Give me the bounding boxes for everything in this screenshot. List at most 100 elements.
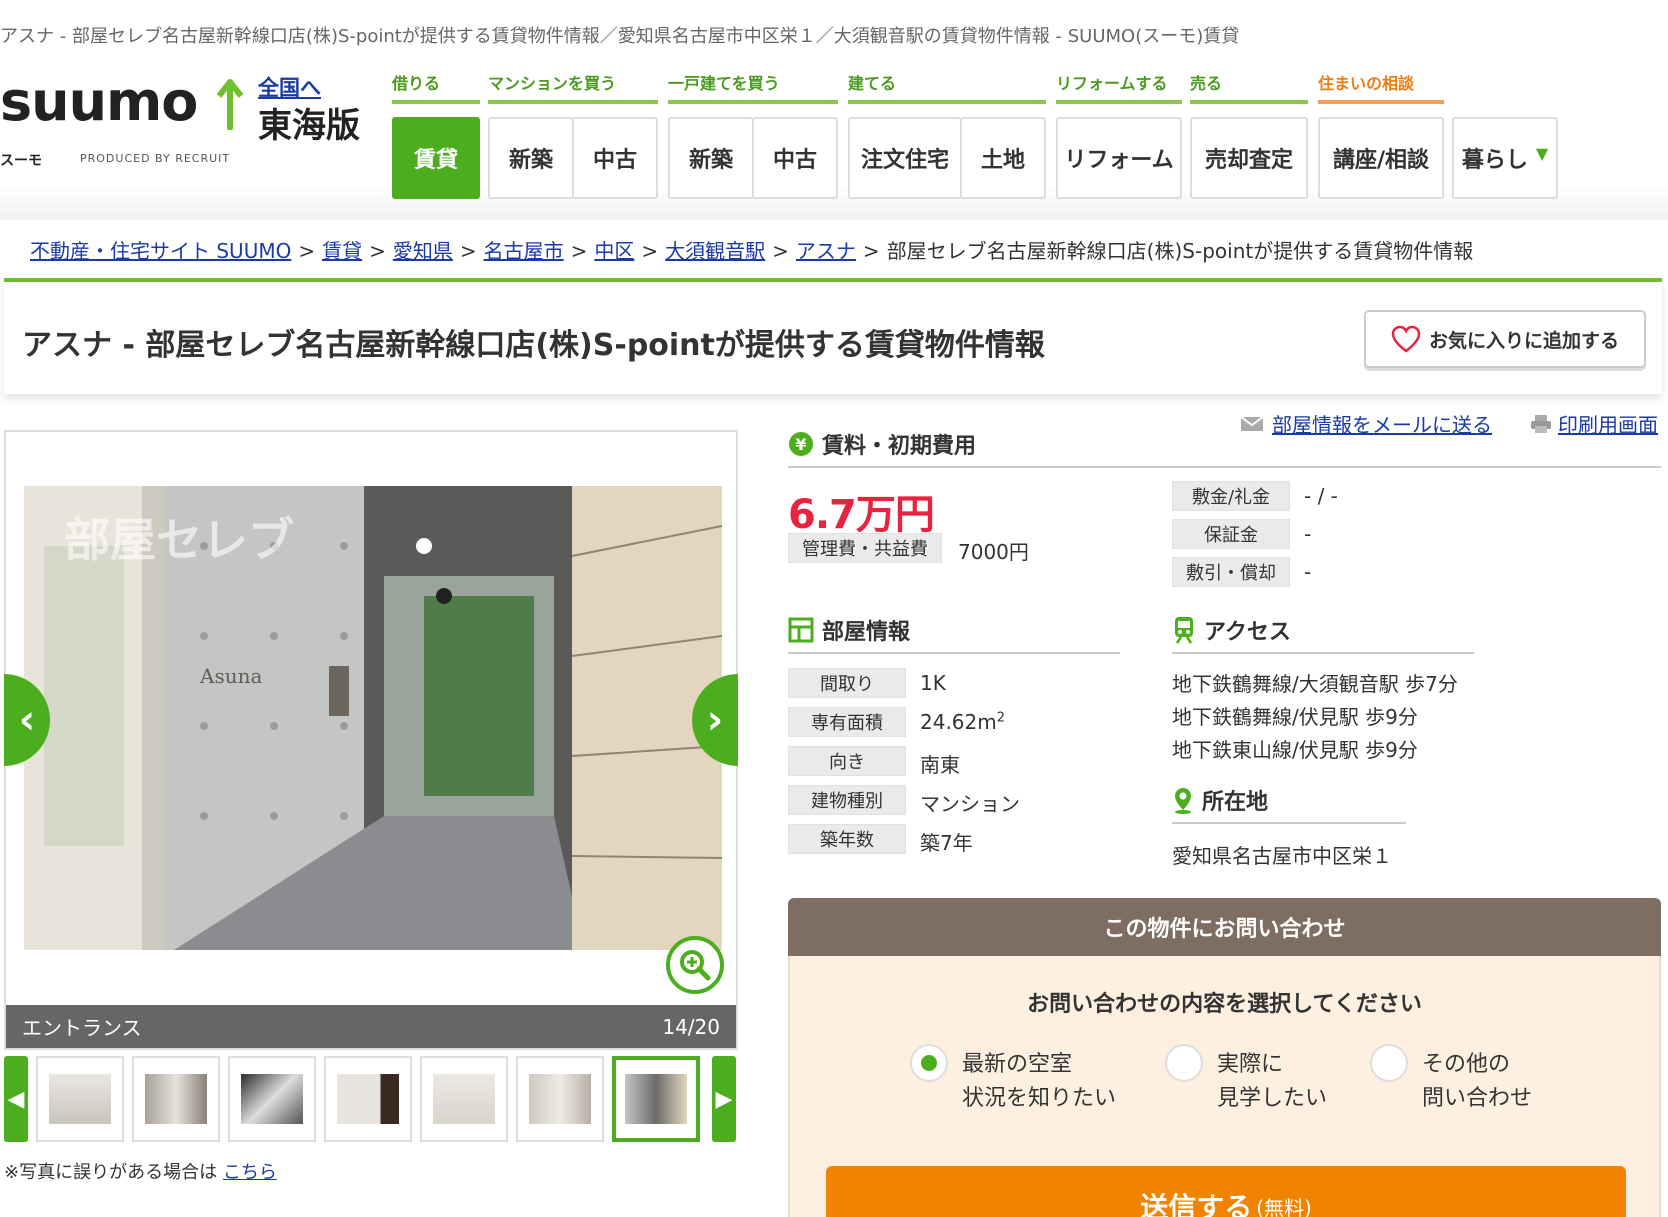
add-favorite-button[interactable]: お気に入りに追加する — [1364, 310, 1646, 368]
thumbnail[interactable] — [132, 1056, 220, 1142]
main-photo[interactable]: Asuna 部屋セレブ — [24, 486, 722, 950]
inquiry-option-vacancy[interactable]: 最新の空室 状況を知りたい — [910, 1044, 1116, 1116]
access-heading-label: アクセス — [1204, 620, 1291, 645]
thumbnail-image — [49, 1074, 111, 1124]
thumbnail-image — [529, 1074, 591, 1124]
radio-selected[interactable] — [910, 1044, 948, 1082]
category-rent[interactable]: 借りる — [392, 70, 480, 104]
tab-reform[interactable]: リフォーム — [1056, 117, 1182, 199]
area-label: 専有面積 — [788, 707, 906, 737]
access-heading: アクセス — [1172, 614, 1474, 654]
page-title: アスナ - 部屋セレブ名古屋新幹線口店(株)S-pointが提供する賃貸物件情報 — [22, 328, 1045, 363]
radio-unselected[interactable] — [1370, 1044, 1408, 1082]
zoom-in-icon — [680, 950, 711, 981]
tab-house-used[interactable]: 中古 — [752, 117, 838, 199]
thumbnail-image — [337, 1074, 399, 1124]
chevron-left-icon: ‹ — [18, 697, 36, 743]
breadcrumb-separator: > — [369, 239, 386, 263]
direction-value: 南東 — [920, 753, 960, 777]
thumbnail-strip: ◀ ▶ — [4, 1056, 738, 1144]
room-info-heading: 部屋情報 — [788, 614, 1120, 654]
submit-label: 送信する — [1140, 1191, 1253, 1217]
category-build[interactable]: 建てる — [848, 70, 1046, 104]
breadcrumb-prefecture[interactable]: 愛知県 — [393, 239, 453, 263]
category-consult[interactable]: 住まいの相談 — [1318, 70, 1444, 104]
costs-heading: ¥ 賃料・初期費用 — [788, 428, 1661, 468]
breadcrumb-suumo[interactable]: 不動産・住宅サイト SUUMO — [30, 239, 291, 263]
breadcrumb: 不動産・住宅サイト SUUMO > 賃貸 > 愛知県 > 名古屋市 > 中区 > 大須観音駅 > アスナ… — [30, 235, 1473, 264]
tab-mansion-used[interactable]: 中古 — [572, 117, 658, 199]
building-age-label: 築年数 — [788, 824, 906, 854]
direction-label: 向き — [788, 746, 906, 776]
thumbnail[interactable] — [324, 1056, 412, 1142]
photo-building-sign: Asuna — [200, 664, 263, 688]
thumbnail-selected[interactable] — [612, 1056, 700, 1142]
breadcrumb-separator: > — [298, 239, 316, 263]
radio-unselected[interactable] — [1165, 1044, 1203, 1082]
tab-seminar[interactable]: 講座/相談 — [1318, 117, 1444, 199]
breadcrumb-station[interactable]: 大須観音駅 — [665, 239, 765, 263]
zoom-photo-button[interactable] — [666, 936, 724, 994]
photo-caption-bar: エントランス 14/20 — [6, 1005, 736, 1048]
logo-arrow-icon — [216, 79, 244, 130]
svg-text:¥: ¥ — [795, 435, 806, 454]
train-icon — [1175, 617, 1193, 644]
tab-house-new[interactable]: 新築 — [668, 117, 754, 199]
inquiry-option-label: 実際に 見学したい — [1217, 1052, 1328, 1111]
layout-label: 間取り — [788, 668, 906, 698]
tab-living[interactable]: 暮らし ▼ — [1452, 117, 1558, 199]
breadcrumb-separator: > — [570, 239, 588, 263]
add-favorite-label: お気に入りに追加する — [1428, 329, 1619, 352]
dropdown-triangle-icon: ▼ — [1535, 143, 1549, 163]
edition-label: 東海版 — [258, 106, 360, 146]
breadcrumb-building[interactable]: アスナ — [796, 239, 856, 263]
layout-value: 1K — [920, 671, 946, 695]
submit-inquiry-button[interactable]: 送信する (無料) — [826, 1166, 1626, 1217]
guarantee-value: - — [1304, 522, 1312, 546]
deposit-key-value: - / - — [1304, 484, 1338, 508]
chevron-right-icon: › — [706, 697, 724, 743]
area-value: 24.62m — [920, 710, 997, 734]
thumbnail[interactable] — [36, 1056, 124, 1142]
thumbnail[interactable] — [420, 1056, 508, 1142]
breadcrumb-city[interactable]: 名古屋市 — [484, 239, 564, 263]
tab-sale-assessment[interactable]: 売却査定 — [1190, 117, 1308, 199]
inquiry-option-visit[interactable]: 実際に 見学したい — [1165, 1044, 1328, 1116]
suumo-logo[interactable]: suumo スーモ PRODUCED BY RECRUIT — [0, 72, 245, 169]
tab-living-label: 暮らし — [1461, 148, 1528, 173]
breadcrumb-ward[interactable]: 中区 — [594, 239, 634, 263]
mgmt-fee-label: 管理費・共益費 — [788, 533, 942, 563]
deduction-value: - — [1304, 560, 1312, 584]
page-document-title: アスナ - 部屋セレブ名古屋新幹線口店(株)S-pointが提供する賃貸物件情報… — [0, 26, 1240, 47]
inquiry-heading: この物件にお問い合わせ — [788, 898, 1661, 956]
thumbnail-image — [145, 1074, 207, 1124]
breadcrumb-current: 部屋セレブ名古屋新幹線口店(株)S-pointが提供する賃貸物件情報 — [886, 239, 1474, 263]
inquiry-prompt: お問い合わせの内容を選択してください — [1027, 992, 1422, 1017]
radio-dot — [921, 1055, 937, 1071]
inquiry-option-other[interactable]: その他の 問い合わせ — [1370, 1044, 1533, 1116]
thumbnail-prev-button[interactable]: ◀ — [4, 1056, 28, 1142]
inquiry-option-label: その他の 問い合わせ — [1422, 1052, 1533, 1111]
tab-custom-home[interactable]: 注文住宅 — [848, 117, 962, 199]
category-sell[interactable]: 売る — [1190, 70, 1308, 104]
deduction-label: 敷引・償却 — [1172, 557, 1290, 587]
costs-heading-label: 賃料・初期費用 — [822, 434, 977, 459]
tab-rent[interactable]: 賃貸 — [392, 117, 480, 199]
thumbnail[interactable] — [516, 1056, 604, 1142]
inquiry-panel: この物件にお問い合わせ お問い合わせの内容を選択してください 最新の空室 状況を… — [788, 898, 1661, 1217]
photo-error-link[interactable]: こちら — [223, 1162, 277, 1183]
building-type-value: マンション — [920, 792, 1020, 816]
category-buy-mansion[interactable]: マンションを買う — [488, 70, 658, 104]
photo-error-text: ※写真に誤りがある場合は — [4, 1162, 218, 1183]
thumbnail-next-button[interactable]: ▶ — [712, 1056, 736, 1142]
breadcrumb-rent[interactable]: 賃貸 — [322, 239, 362, 263]
thumbnail-image — [625, 1074, 687, 1124]
thumbnail-image — [241, 1074, 303, 1124]
tab-mansion-new[interactable]: 新築 — [488, 117, 574, 199]
category-reform[interactable]: リフォームする — [1056, 70, 1182, 104]
room-info-heading-label: 部屋情報 — [822, 620, 911, 645]
building-type-label: 建物種別 — [788, 785, 906, 815]
thumbnail[interactable] — [228, 1056, 316, 1142]
category-buy-house[interactable]: 一戸建てを買う — [668, 70, 838, 104]
tab-land[interactable]: 土地 — [960, 117, 1046, 199]
